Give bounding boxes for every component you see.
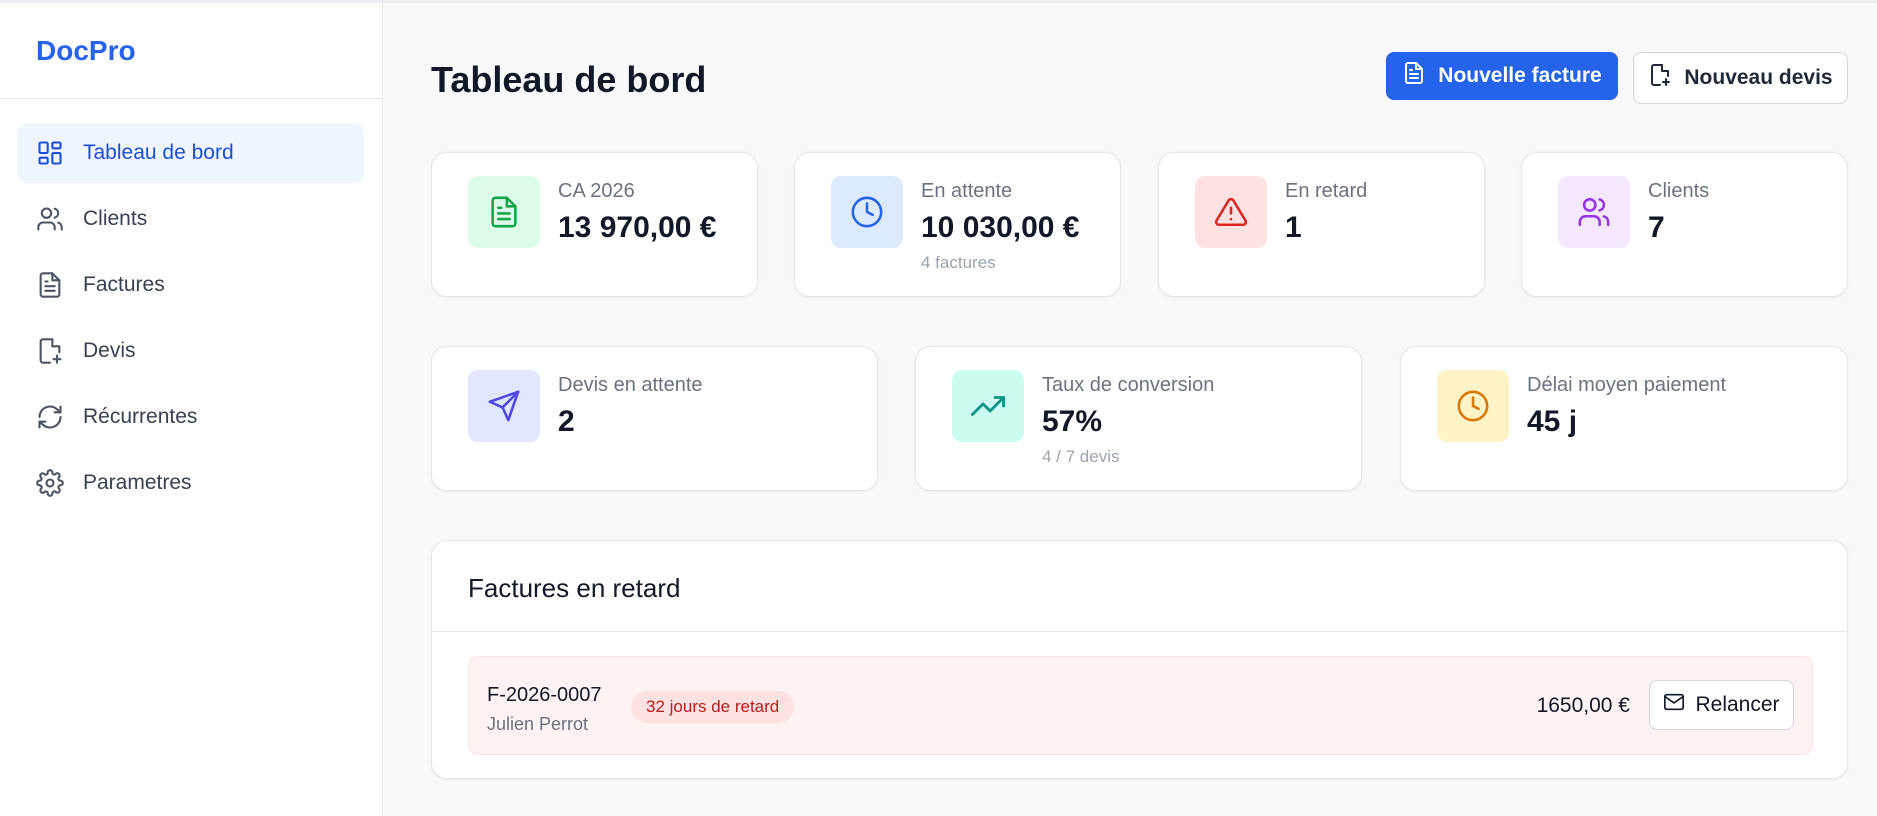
stat-label: En attente (921, 180, 1013, 202)
stat-card-payment-delay: Délai moyen paiement 45 j (1400, 346, 1848, 491)
invoice-number[interactable]: F-2026-0007 (487, 684, 602, 707)
divider (432, 631, 1847, 632)
stat-label: Délai moyen paiement (1527, 374, 1726, 396)
sidebar-item-label: Récurrentes (83, 405, 198, 428)
stat-value: 10 030,00 € (921, 211, 1080, 244)
stat-value: 45 j (1527, 405, 1578, 438)
remind-button[interactable]: Relancer (1649, 680, 1794, 730)
section-title: Factures en retard (468, 573, 681, 603)
sidebar: DocPro Tableau de bord Clients Factures … (0, 3, 383, 816)
clock-icon (1437, 370, 1509, 442)
file-text-icon (35, 270, 65, 300)
stat-card-overdue: En retard 1 (1158, 152, 1485, 297)
stat-card-clients: Clients 7 (1521, 152, 1848, 297)
sidebar-item-recurrentes[interactable]: Récurrentes (17, 387, 364, 447)
overdue-invoice-row[interactable]: F-2026-0007 Julien Perrot 32 jours de re… (468, 656, 1813, 755)
stat-card-pending: En attente 10 030,00 € 4 factures (794, 152, 1121, 297)
invoice-client: Julien Perrot (487, 714, 589, 734)
stat-label: CA 2026 (558, 180, 635, 202)
trending-up-icon (952, 370, 1024, 442)
brand-logo[interactable]: DocPro (0, 3, 382, 99)
sidebar-item-devis[interactable]: Devis (17, 321, 364, 381)
stat-label: Devis en attente (558, 374, 703, 396)
send-icon (468, 370, 540, 442)
sidebar-item-label: Parametres (83, 471, 192, 494)
clock-icon (831, 176, 903, 248)
file-text-icon (1402, 61, 1426, 91)
file-plus-icon (35, 336, 65, 366)
stat-card-quotes-pending: Devis en attente 2 (431, 346, 878, 491)
stat-value: 1 (1285, 211, 1302, 244)
stat-value: 57% (1042, 405, 1103, 438)
stat-value: 2 (558, 405, 575, 438)
invoice-amount: 1650,00 € (1536, 694, 1630, 717)
stat-card-revenue: CA 2026 13 970,00 € (431, 152, 758, 297)
sidebar-item-dashboard[interactable]: Tableau de bord (17, 123, 364, 183)
new-invoice-button[interactable]: Nouvelle facture (1386, 52, 1618, 100)
dashboard-icon (35, 138, 65, 168)
sidebar-item-label: Clients (83, 207, 148, 230)
sidebar-item-parametres[interactable]: Parametres (17, 453, 364, 513)
sidebar-item-label: Tableau de bord (83, 141, 234, 164)
gear-icon (35, 468, 65, 498)
new-quote-label: Nouveau devis (1684, 66, 1833, 89)
stat-value: 13 970,00 € (558, 211, 717, 244)
mail-icon (1663, 691, 1685, 719)
file-plus-icon (1648, 63, 1672, 93)
sidebar-item-factures[interactable]: Factures (17, 255, 364, 315)
stat-card-conversion: Taux de conversion 57% 4 / 7 devis (915, 346, 1362, 491)
stat-label: Clients (1648, 180, 1710, 202)
sidebar-item-label: Devis (83, 339, 136, 362)
sidebar-nav: Tableau de bord Clients Factures Devis R… (0, 99, 382, 513)
stat-value: 7 (1648, 211, 1665, 244)
page-title: Tableau de bord (431, 59, 707, 100)
refresh-icon (35, 402, 65, 432)
stat-label: Taux de conversion (1042, 374, 1215, 396)
sidebar-item-label: Factures (83, 273, 165, 296)
users-icon (35, 204, 65, 234)
stat-sub: 4 / 7 devis (1042, 447, 1120, 466)
new-invoice-label: Nouvelle facture (1438, 64, 1602, 87)
stat-sub: 4 factures (921, 253, 996, 272)
remind-label: Relancer (1695, 693, 1780, 716)
main-content: Tableau de bord Nouvelle facture Nouveau… (383, 3, 1877, 816)
sidebar-item-clients[interactable]: Clients (17, 189, 364, 249)
alert-triangle-icon (1195, 176, 1267, 248)
new-quote-button[interactable]: Nouveau devis (1633, 52, 1848, 104)
overdue-invoices-section: Factures en retard F-2026-0007 Julien Pe… (431, 540, 1848, 779)
file-text-icon (468, 176, 540, 248)
users-icon (1558, 176, 1630, 248)
overdue-badge: 32 jours de retard (631, 691, 795, 723)
stat-label: En retard (1285, 180, 1368, 202)
